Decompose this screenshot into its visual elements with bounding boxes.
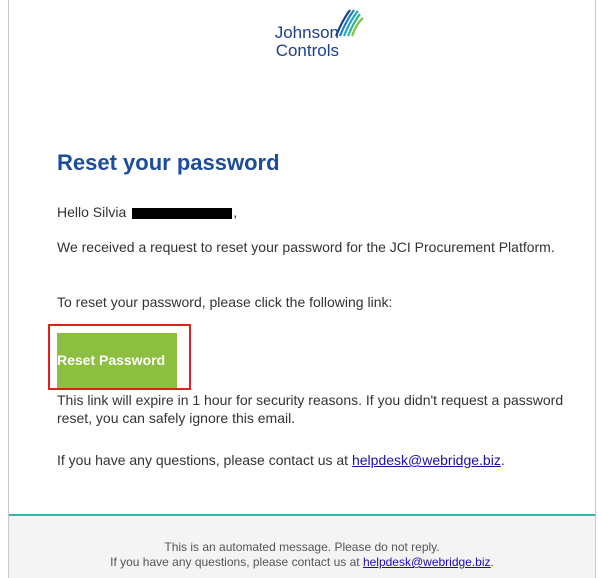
company-logo: Johnson Controls <box>255 6 385 66</box>
page-title: Reset your password <box>57 150 280 175</box>
contact-paragraph: If you have any questions, please contac… <box>57 451 577 469</box>
footer-notice: This is an automated message. Please do … <box>164 540 440 554</box>
footer-contact-suffix: . <box>490 555 494 569</box>
logo-line-1: Johnson <box>274 23 339 42</box>
logo-line-2: Controls <box>275 41 339 60</box>
instruction-paragraph: To reset your password, please click the… <box>57 294 393 310</box>
redacted-name-block <box>132 207 233 219</box>
expiry-paragraph: This link will expire in 1 hour for secu… <box>57 392 564 426</box>
email-frame <box>8 0 596 578</box>
helpdesk-email-link[interactable]: helpdesk@webridge.biz <box>352 452 501 468</box>
request-paragraph: We received a request to reset your pass… <box>57 239 555 255</box>
reset-password-button[interactable]: Reset Password <box>57 333 177 388</box>
greeting-text: Hello Silvia <box>57 204 127 220</box>
contact-suffix: . <box>500 452 505 468</box>
greeting-suffix: , <box>233 204 238 220</box>
johnson-controls-logo-icon <box>334 9 364 37</box>
footer: This is an automated message. Please do … <box>9 514 595 578</box>
footer-contact-text: If you have any questions, please contac… <box>110 555 363 569</box>
logo-text: Johnson Controls <box>255 24 339 60</box>
greeting: Hello Silvia, <box>57 203 237 221</box>
contact-text: If you have any questions, please contac… <box>57 452 352 468</box>
footer-contact: If you have any questions, please contac… <box>9 555 595 570</box>
footer-email-link[interactable]: helpdesk@webridge.biz <box>363 555 491 569</box>
